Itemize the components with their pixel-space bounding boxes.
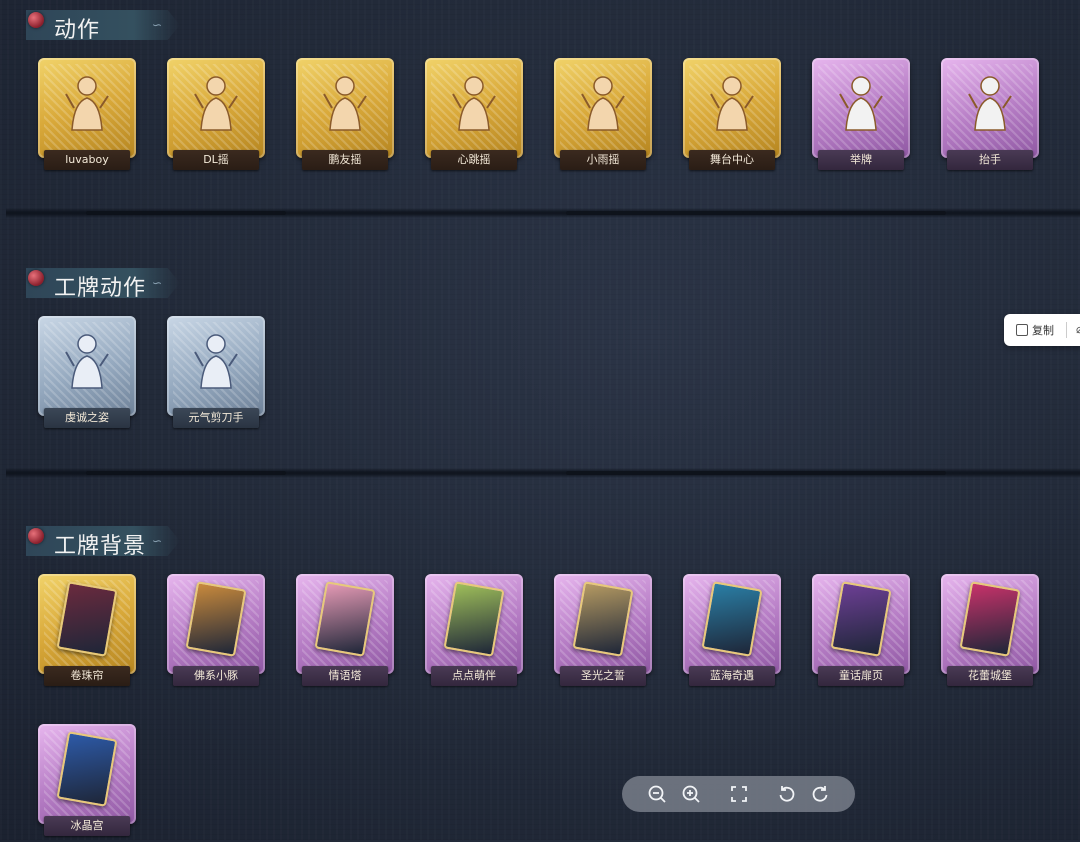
zoom-in-icon[interactable] — [679, 782, 703, 806]
item-label: 点点萌伴 — [431, 666, 517, 686]
light-card-icon — [572, 581, 634, 657]
item-card[interactable]: 鹏友摇 — [296, 58, 394, 176]
pin-icon — [28, 270, 44, 286]
item-label: 心跳摇 — [431, 150, 517, 170]
pin-icon — [28, 12, 44, 28]
dance-pose-icon — [62, 72, 112, 134]
item-label: 元气剪刀手 — [173, 408, 259, 428]
item-label: 举牌 — [818, 150, 904, 170]
meadow-card-icon — [443, 581, 505, 657]
raise-hand-icon — [965, 72, 1015, 134]
item-card[interactable]: 蓝海奇遇 — [683, 574, 781, 692]
dance-pose-icon — [578, 72, 628, 134]
item-card[interactable]: 元气剪刀手 — [167, 316, 265, 434]
swirl-icon: ∽ — [151, 534, 162, 548]
item-label: DL摇 — [173, 150, 259, 170]
item-card[interactable]: luvaboy — [38, 58, 136, 176]
item-label: 佛系小豚 — [173, 666, 259, 686]
item-label: luvaboy — [44, 150, 130, 170]
separator — [1066, 322, 1067, 338]
badge-pose-icon — [62, 330, 112, 392]
item-card[interactable]: 舞台中心 — [683, 58, 781, 176]
section-title: 动作 — [54, 18, 101, 43]
item-label: 童话扉页 — [818, 666, 904, 686]
item-label: 小雨摇 — [560, 150, 646, 170]
item-card[interactable]: 心跳摇 — [425, 58, 523, 176]
item-label: 抬手 — [947, 150, 1033, 170]
dance-pose-icon — [449, 72, 499, 134]
item-label: 虔诚之姿 — [44, 408, 130, 428]
item-card[interactable]: 抬手 — [941, 58, 1039, 176]
item-card[interactable]: 举牌 — [812, 58, 910, 176]
item-card[interactable]: 虔诚之姿 — [38, 316, 136, 434]
item-card[interactable]: 情语塔 — [296, 574, 394, 692]
ocean-card-icon — [701, 581, 763, 657]
fit-screen-icon[interactable] — [727, 782, 751, 806]
item-card[interactable]: 花蕾城堡 — [941, 574, 1039, 692]
curtain-card-icon — [56, 581, 118, 657]
pin-icon — [28, 528, 44, 544]
item-card[interactable]: DL摇 — [167, 58, 265, 176]
castle-card-icon — [959, 581, 1021, 657]
section-title: 工牌动作 — [54, 276, 147, 301]
divider — [6, 208, 1080, 218]
item-label: 舞台中心 — [689, 150, 775, 170]
badge-pose-icon — [191, 330, 241, 392]
dance-pose-icon — [707, 72, 757, 134]
link-icon[interactable]: ⌀ — [1076, 322, 1080, 336]
divider — [6, 468, 1080, 478]
tower-card-icon — [314, 581, 376, 657]
item-label: 卷珠帘 — [44, 666, 130, 686]
item-card[interactable]: 点点萌伴 — [425, 574, 523, 692]
image-viewer-toolbar — [622, 776, 855, 812]
rotate-right-icon[interactable] — [808, 782, 832, 806]
item-card[interactable]: 童话扉页 — [812, 574, 910, 692]
swirl-icon: ∽ — [151, 276, 162, 290]
item-label: 圣光之誓 — [560, 666, 646, 686]
item-label: 花蕾城堡 — [947, 666, 1033, 686]
copy-label: 复制 — [1032, 324, 1054, 337]
dance-pose-icon — [320, 72, 370, 134]
section-header-badge-actions: 工牌动作 ∽ — [26, 268, 180, 298]
hold-sign-icon — [836, 72, 886, 134]
door-card-icon — [185, 581, 247, 657]
section-header-actions: 动作 ∽ — [26, 10, 180, 40]
section-title: 工牌背景 — [54, 534, 147, 559]
item-label: 鹏友摇 — [302, 150, 388, 170]
item-card[interactable]: 圣光之誓 — [554, 574, 652, 692]
swirl-icon: ∽ — [151, 18, 162, 32]
book-card-icon — [830, 581, 892, 657]
item-card[interactable]: 冰晶宫 — [38, 724, 136, 842]
background-texture — [0, 0, 1080, 840]
item-card[interactable]: 小雨摇 — [554, 58, 652, 176]
zoom-out-icon[interactable] — [645, 782, 669, 806]
item-card[interactable]: 佛系小豚 — [167, 574, 265, 692]
ice-palace-card-icon — [56, 731, 118, 807]
item-card[interactable]: 卷珠帘 — [38, 574, 136, 692]
dance-pose-icon — [191, 72, 241, 134]
item-label: 冰晶宫 — [44, 816, 130, 836]
rotate-left-icon[interactable] — [775, 782, 799, 806]
section-header-badge-backgrounds: 工牌背景 ∽ — [26, 526, 180, 556]
copy-popup[interactable]: 复制 ⌀ — [1004, 314, 1080, 346]
item-label: 蓝海奇遇 — [689, 666, 775, 686]
copy-icon — [1016, 324, 1028, 336]
item-label: 情语塔 — [302, 666, 388, 686]
